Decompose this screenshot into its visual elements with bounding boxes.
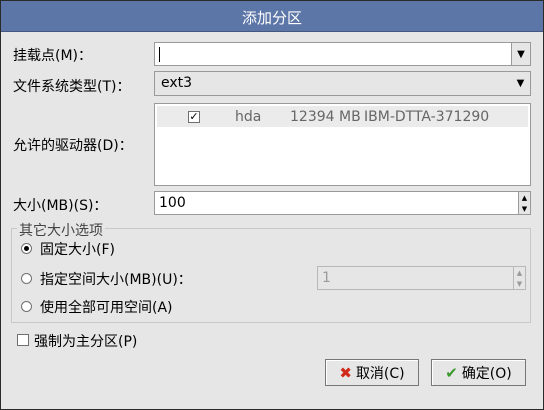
ok-check-icon: ✔ bbox=[445, 363, 458, 382]
ok-button[interactable]: ✔ 确定(O) bbox=[431, 359, 526, 386]
up-to-spin-buttons[interactable]: ▲ ▼ bbox=[513, 267, 525, 289]
fill-all-label[interactable]: 使用全部可用空间(A) bbox=[40, 297, 173, 317]
size-spin-buttons[interactable]: ▲ ▼ bbox=[518, 192, 530, 214]
drive-checkbox[interactable]: ✓ bbox=[188, 111, 200, 123]
chevron-down-icon: ▼ bbox=[516, 78, 525, 89]
fixed-size-radio[interactable] bbox=[21, 243, 32, 254]
cancel-x-icon: ✖ bbox=[339, 363, 352, 382]
spin-down-icon[interactable]: ▼ bbox=[514, 278, 525, 289]
cancel-button[interactable]: ✖ 取消(C) bbox=[325, 359, 419, 386]
fs-type-dropdown-button[interactable]: ▼ bbox=[511, 72, 530, 95]
cancel-button-label: 取消(C) bbox=[355, 365, 405, 382]
drives-list[interactable]: ✓ hda 12394 MB IBM-DTTA-371290 bbox=[154, 103, 531, 186]
mount-point-combo[interactable]: ▼ bbox=[154, 42, 531, 66]
fs-type-select[interactable]: ext3 ▼ bbox=[154, 71, 531, 96]
text-cursor bbox=[159, 47, 160, 62]
size-options-title: 其它大小选项 bbox=[17, 220, 105, 240]
drive-row[interactable]: ✓ hda 12394 MB IBM-DTTA-371290 bbox=[157, 106, 528, 127]
up-to-size-label[interactable]: 指定空间大小(MB)(U)： bbox=[40, 269, 192, 289]
size-spinbox[interactable]: 100 ▲ ▼ bbox=[154, 191, 531, 215]
spin-up-icon[interactable]: ▲ bbox=[519, 192, 530, 203]
chevron-down-icon: ▼ bbox=[517, 48, 525, 60]
drive-size: 12394 MB bbox=[290, 109, 361, 125]
fixed-size-label[interactable]: 固定大小(F) bbox=[40, 239, 115, 259]
spin-down-icon[interactable]: ▼ bbox=[519, 203, 530, 214]
fs-type-value: ext3 bbox=[161, 75, 193, 91]
size-input[interactable]: 100 bbox=[159, 195, 186, 211]
title-bar: 添加分区 bbox=[1, 1, 543, 32]
drive-device: hda bbox=[235, 109, 262, 125]
spin-up-icon[interactable]: ▲ bbox=[514, 267, 525, 278]
up-to-size-radio[interactable] bbox=[21, 273, 32, 284]
fill-all-radio[interactable] bbox=[21, 301, 32, 312]
up-to-size-spinbox[interactable]: 1 ▲ ▼ bbox=[317, 266, 526, 290]
dialog-title: 添加分区 bbox=[241, 9, 302, 27]
drives-label: 允许的驱动器(D)： bbox=[13, 138, 133, 154]
mount-point-label: 挂载点(M)： bbox=[13, 48, 93, 64]
fs-type-label: 文件系统类型(T)： bbox=[13, 79, 131, 95]
mount-point-dropdown-button[interactable]: ▼ bbox=[511, 43, 530, 65]
ok-button-label: 确定(O) bbox=[461, 365, 512, 382]
up-to-size-input[interactable]: 1 bbox=[322, 270, 331, 286]
force-primary-label[interactable]: 强制为主分区(P) bbox=[34, 331, 137, 351]
size-label: 大小(MB)(S)： bbox=[13, 198, 108, 214]
force-primary-checkbox[interactable] bbox=[17, 334, 29, 346]
add-partition-dialog: 添加分区 挂载点(M)： ▼ 文件系统类型(T)： ext3 ▼ 允许的驱动器(… bbox=[0, 0, 544, 410]
drive-model: IBM-DTTA-371290 bbox=[364, 109, 490, 125]
